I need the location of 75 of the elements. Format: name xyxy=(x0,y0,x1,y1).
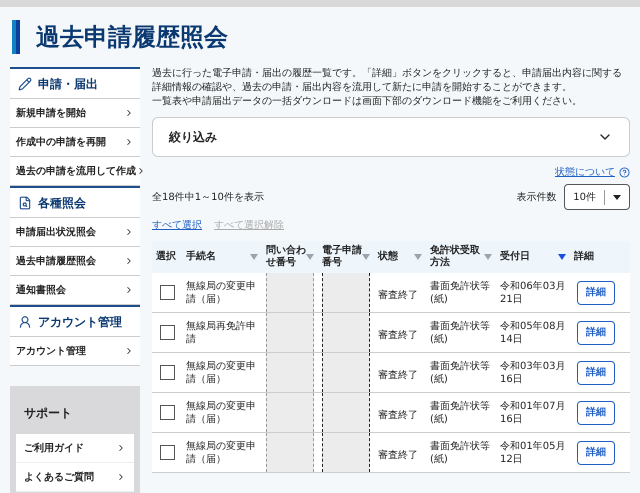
detail-button[interactable]: 詳細 xyxy=(577,400,615,424)
column-header: 状態 xyxy=(378,251,398,263)
table-cell-text: 書面免許状等(紙) xyxy=(430,400,491,426)
table-cell-text: 書面免許状等(紙) xyxy=(430,360,491,386)
table-cell-text: 無線局の変更申請（届） xyxy=(186,360,257,386)
sort-icon[interactable] xyxy=(558,254,566,260)
sidebar-link[interactable]: 過去申請履歴照会 xyxy=(10,247,140,276)
redacted-block xyxy=(322,393,370,432)
page-size-select[interactable]: 10件 xyxy=(564,184,630,210)
sidebar-section-title: 申請・届出 xyxy=(38,76,98,92)
table-cell-text: 無線局再免許申請 xyxy=(186,320,257,346)
table-cell: 令和06年03月21日 xyxy=(500,280,566,306)
redacted-block xyxy=(322,353,370,392)
row-checkbox[interactable] xyxy=(160,445,174,460)
support-link[interactable]: よくあるご質問 xyxy=(16,463,134,492)
document-search-icon xyxy=(18,196,32,210)
table-cell: 令和03年03月16日 xyxy=(500,360,566,386)
column-header: 選択 xyxy=(156,251,176,263)
result-count: 全18件中1～10件を表示 xyxy=(152,190,264,204)
row-checkbox[interactable] xyxy=(160,285,174,300)
table-cell-text: 無線局の変更申請（届） xyxy=(186,440,257,466)
row-checkbox[interactable] xyxy=(160,365,174,380)
filter-accordion[interactable]: 絞り込み xyxy=(152,117,630,157)
table-cell: 審査終了 xyxy=(378,370,418,380)
redacted-block xyxy=(322,433,370,472)
sidebar-link[interactable]: アカウント管理 xyxy=(10,337,140,366)
status-help-link[interactable]: 状態について xyxy=(555,165,615,180)
table-cell-text: 書面免許状等(紙) xyxy=(430,440,491,466)
sidebar-link[interactable]: 申請届出状況照会 xyxy=(10,218,140,247)
redacted-block xyxy=(322,313,370,352)
redacted-block xyxy=(266,393,314,432)
column-header: 免許状受取方法 xyxy=(430,245,481,269)
redacted-block xyxy=(266,433,314,472)
support-title: サポート xyxy=(23,405,73,422)
pencil-icon xyxy=(18,76,32,90)
table-cell: 審査終了 xyxy=(378,290,418,300)
table-cell: 令和01年05月12日 xyxy=(500,440,566,466)
page-size-label: 表示件数 xyxy=(516,190,556,204)
column-header: 詳細 xyxy=(574,251,594,263)
title-accent-bar xyxy=(12,20,20,54)
table-cell: 審査終了 xyxy=(378,330,418,340)
table-cell: 令和01年07月16日 xyxy=(500,400,566,426)
sidebar-section-title: アカウント管理 xyxy=(38,314,122,330)
person-icon xyxy=(18,314,32,328)
redacted-block xyxy=(322,273,370,312)
table-cell-text: 無線局の変更申請（届） xyxy=(186,280,257,306)
description-text: 過去に行った電子申請・届出の履歴一覧です。「詳細」ボタンをクリックすると、申請届出内容に関する詳細情報の確認や、過去の申請・届出内容を流用して新たに申請を開始することができます。 xyxy=(152,67,623,95)
bulk-select-link[interactable]: すべて選択 xyxy=(152,218,202,233)
sidebar-section-title: 各種照会 xyxy=(38,194,86,212)
column-header: 問い合わせ番号 xyxy=(266,245,306,269)
sidebar-link[interactable]: 作成中の申請を再開 xyxy=(10,128,140,157)
table-cell: 審査終了 xyxy=(378,410,418,420)
column-header: 受付日 xyxy=(500,251,530,263)
detail-button[interactable]: 詳細 xyxy=(577,360,615,384)
detail-button[interactable]: 詳細 xyxy=(577,280,615,304)
description-text: 一覧表や申請届出データの一括ダウンロードは画面下部のダウンロード機能をご利用ください。 xyxy=(152,95,583,109)
dropdown-caret-icon xyxy=(613,194,621,200)
detail-button[interactable]: 詳細 xyxy=(577,320,615,344)
column-header: 手続名 xyxy=(186,251,216,263)
help-icon xyxy=(619,167,630,178)
table-cell: 令和05年08月14日 xyxy=(500,320,566,346)
detail-button[interactable]: 詳細 xyxy=(577,440,615,464)
sidebar-link[interactable]: 新規申請を開始 xyxy=(10,99,140,128)
redacted-block xyxy=(266,313,314,352)
redacted-block xyxy=(266,273,314,312)
row-checkbox[interactable] xyxy=(160,405,174,420)
page-title: 過去申請履歴照会 xyxy=(36,22,228,53)
column-header: 電子申請番号 xyxy=(322,245,362,269)
table-cell-text: 無線局の変更申請（届） xyxy=(186,400,257,426)
table-cell: 審査終了 xyxy=(378,450,418,460)
row-checkbox[interactable] xyxy=(160,325,174,340)
support-link[interactable]: ご利用ガイド xyxy=(16,434,134,463)
table-cell-text: 書面免許状等(紙) xyxy=(430,280,491,306)
redacted-block xyxy=(266,353,314,392)
table-cell-text: 書面免許状等(紙) xyxy=(430,320,491,346)
